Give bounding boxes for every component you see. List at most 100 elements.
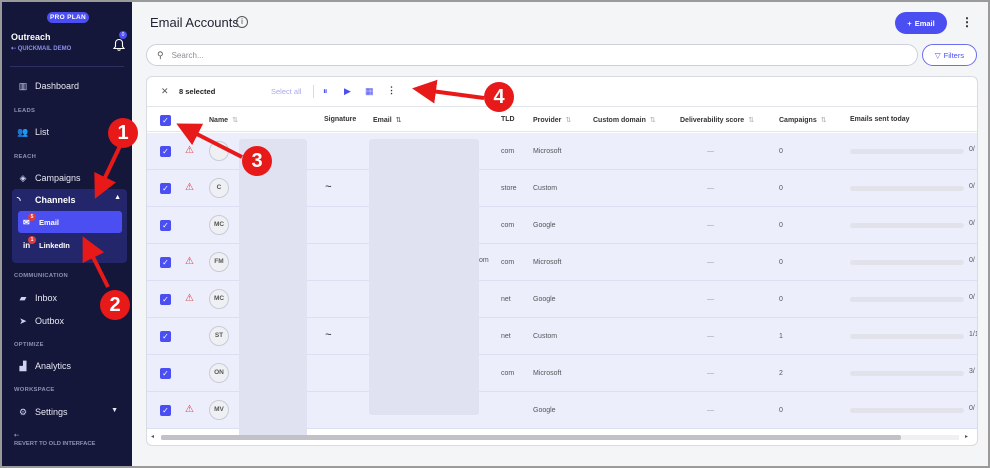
row-checkbox[interactable]: ✓ xyxy=(160,146,171,157)
section-label-optimize: OPTIMIZE xyxy=(14,342,44,348)
column-campaigns[interactable]: Campaigns ⇅ xyxy=(779,116,827,124)
bulk-toolbar: ✕ 8 selected Select all ⏸ ▶ ▦ ⋮ xyxy=(147,77,977,107)
sidebar-item-campaigns[interactable]: ◈ Campaigns xyxy=(12,169,124,187)
sort-icon: ⇅ xyxy=(395,117,402,124)
deliverability-cell: — xyxy=(707,333,714,340)
main-content: Email Accounts i + Email ⋮ ⚲ ▽ Filters ✕… xyxy=(132,2,988,466)
row-checkbox[interactable]: ✓ xyxy=(160,257,171,268)
sidebar-item-settings[interactable]: ⚙ Settings ▼ xyxy=(12,403,124,421)
tld-cell: store xyxy=(501,185,517,192)
signature-icon: ~ xyxy=(325,181,332,193)
filters-label: Filters xyxy=(943,50,965,60)
sent-progress-bar xyxy=(850,149,964,154)
campaigns-cell: 0 xyxy=(779,185,783,192)
deliverability-cell: — xyxy=(707,370,714,377)
revert-link[interactable]: ⇠ REVERT TO OLD INTERFACE xyxy=(14,432,95,448)
close-icon[interactable]: ✕ xyxy=(161,86,169,97)
selected-count: 8 selected xyxy=(179,87,216,96)
horizontal-scrollbar[interactable]: ◂ ▸ xyxy=(151,433,973,441)
chevron-down-icon: ▼ xyxy=(111,407,118,414)
section-label-leads: LEADS xyxy=(14,108,36,114)
play-icon[interactable]: ▶ xyxy=(344,86,351,97)
plan-badge: PRO PLAN xyxy=(47,12,89,23)
add-email-button[interactable]: + Email xyxy=(895,12,947,34)
campaigns-cell: 0 xyxy=(779,296,783,303)
provider-cell: Microsoft xyxy=(533,370,562,377)
warning-icon: ⚠ xyxy=(185,145,194,156)
search-bar: ⚲ xyxy=(146,44,918,66)
select-all-link[interactable]: Select all xyxy=(271,87,301,96)
calendar-icon[interactable]: ▦ xyxy=(365,86,374,97)
sent-today-cell: 0/ xyxy=(969,257,975,264)
warning-icon: ⚠ xyxy=(185,256,194,267)
rss-icon: ◝ xyxy=(17,194,21,205)
sidebar-item-dashboard[interactable]: ▥ Dashboard xyxy=(12,77,124,95)
deliverability-cell: — xyxy=(707,185,714,192)
sidebar-item-email[interactable]: ✉ 5 Email xyxy=(18,211,122,233)
sidebar-item-label: Analytics xyxy=(35,361,72,371)
warning-icon: ⚠ xyxy=(185,293,194,304)
provider-cell: Custom xyxy=(533,185,558,192)
analytics-icon: ▟ xyxy=(19,360,27,371)
filters-button[interactable]: ▽ Filters xyxy=(922,44,977,66)
redacted-emails xyxy=(369,139,479,415)
deliverability-cell: — xyxy=(707,222,714,229)
search-icon: ⚲ xyxy=(157,49,164,60)
sent-today-cell: 0/ xyxy=(969,146,975,153)
row-checkbox[interactable]: ✓ xyxy=(160,368,171,379)
sent-progress-bar xyxy=(850,371,964,376)
sent-today-cell: 0/ xyxy=(969,294,975,301)
row-checkbox[interactable]: ✓ xyxy=(160,294,171,305)
more-actions-icon[interactable]: ⋮ xyxy=(387,85,396,96)
chevron-up-icon: ▲ xyxy=(114,194,121,201)
org-sub-label: QUICKMAIL DEMO xyxy=(17,46,72,52)
row-checkbox[interactable]: ✓ xyxy=(160,220,171,231)
column-deliverability[interactable]: Deliverability score ⇅ xyxy=(680,116,754,124)
column-sent-today: Emails sent today xyxy=(850,116,910,123)
search-input[interactable] xyxy=(171,50,772,60)
row-checkbox[interactable]: ✓ xyxy=(160,405,171,416)
column-label: Provider xyxy=(533,117,562,124)
pause-icon[interactable]: ⏸ xyxy=(323,86,328,97)
column-provider[interactable]: Provider ⇅ xyxy=(533,116,571,124)
column-custom-domain[interactable]: Custom domain ⇅ xyxy=(593,116,656,124)
column-label: Custom domain xyxy=(593,117,646,124)
scroll-left-icon[interactable]: ◂ xyxy=(151,433,154,440)
scroll-thumb[interactable] xyxy=(161,435,901,440)
more-menu-icon[interactable]: ⋮ xyxy=(961,15,973,29)
email-fragment: om xyxy=(479,257,489,264)
scroll-right-icon[interactable]: ▸ xyxy=(965,433,968,440)
section-label-communication: COMMUNICATION xyxy=(14,273,69,279)
column-name[interactable]: Name ⇅ xyxy=(209,116,238,124)
deliverability-cell: — xyxy=(707,148,714,155)
row-checkbox[interactable]: ✓ xyxy=(160,331,171,342)
table-header: ✓ Name ⇅ Signature Email ⇅ TLD Provider ⇅ C… xyxy=(147,108,977,132)
tld-cell: com xyxy=(501,370,515,377)
sort-icon: ⇅ xyxy=(649,117,656,124)
tld-cell: net xyxy=(501,333,511,340)
org-switcher[interactable]: ⇠ QUICKMAIL DEMO xyxy=(11,45,71,52)
org-name[interactable]: Outreach xyxy=(11,32,51,42)
bell-icon[interactable] xyxy=(112,38,126,52)
linkedin-icon: in 1 xyxy=(23,235,36,250)
divider xyxy=(313,85,314,98)
column-label: Campaigns xyxy=(779,117,817,124)
tld-cell: com xyxy=(501,148,515,155)
sidebar-item-linkedin[interactable]: in 1 LinkedIn xyxy=(18,235,122,254)
column-email[interactable]: Email ⇅ xyxy=(373,116,402,124)
sort-icon: ⇅ xyxy=(820,117,827,124)
sidebar-item-analytics[interactable]: ▟ Analytics xyxy=(12,357,124,375)
sort-icon: ⇅ xyxy=(565,117,572,124)
layers-icon: ◈ xyxy=(19,172,27,183)
gear-icon: ⚙ xyxy=(18,406,28,417)
sidebar-item-channels[interactable]: ◝ Channels ▲ xyxy=(12,191,127,209)
sidebar-item-label: Outbox xyxy=(35,316,65,326)
sidebar: PRO PLAN Outreach ⇠ QUICKMAIL DEMO 0 ▥ D… xyxy=(2,2,132,466)
select-all-checkbox[interactable]: ✓ xyxy=(160,115,171,126)
deliverability-cell: — xyxy=(707,259,714,266)
warning-icon: ⚠ xyxy=(185,182,194,193)
info-icon[interactable]: i xyxy=(236,16,248,28)
provider-cell: Google xyxy=(533,296,556,303)
callout-4: 4 xyxy=(484,82,514,112)
row-checkbox[interactable]: ✓ xyxy=(160,183,171,194)
